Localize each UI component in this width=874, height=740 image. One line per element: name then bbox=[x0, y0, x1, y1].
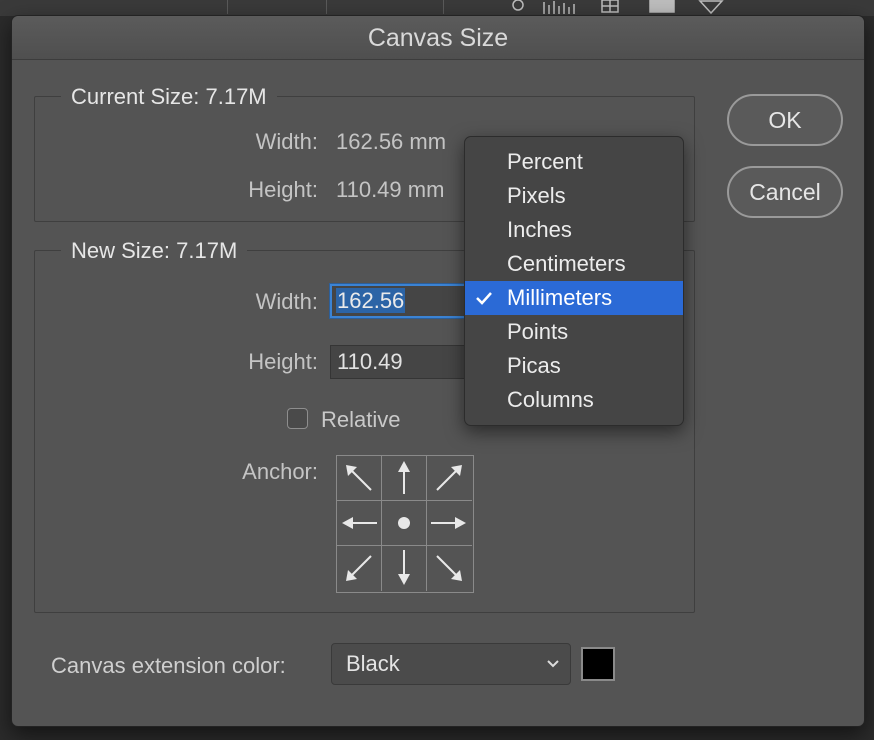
anchor-top-left[interactable] bbox=[337, 456, 382, 501]
width-input[interactable]: 162.56 bbox=[330, 284, 472, 318]
arrow-left-icon bbox=[342, 517, 377, 529]
arrow-down-icon bbox=[398, 550, 410, 585]
anchor-top-right[interactable] bbox=[427, 456, 472, 501]
anchor-bottom-center[interactable] bbox=[382, 546, 427, 591]
unit-dropdown-menu: Percent Pixels Inches Centimeters Millim… bbox=[464, 136, 684, 426]
menu-item-picas[interactable]: Picas bbox=[465, 349, 683, 383]
arrow-up-right-icon bbox=[436, 465, 462, 491]
extension-color-label: Canvas extension color: bbox=[51, 653, 286, 678]
toolbar-divider bbox=[443, 0, 444, 14]
dialog-title: Canvas Size bbox=[12, 16, 864, 60]
new-width-label: Width: bbox=[255, 289, 318, 314]
anchor-top-center[interactable] bbox=[382, 456, 427, 501]
new-size-title: New Size: 7.17M bbox=[61, 238, 248, 264]
cancel-button[interactable]: Cancel bbox=[727, 166, 843, 218]
menu-item-millimeters[interactable]: Millimeters bbox=[465, 281, 683, 315]
arrow-right-icon bbox=[431, 517, 466, 529]
arrow-down-right-icon bbox=[436, 555, 462, 581]
arrow-up-icon bbox=[398, 461, 410, 494]
extension-color-swatch[interactable] bbox=[581, 647, 615, 681]
menu-item-points[interactable]: Points bbox=[465, 315, 683, 349]
toolbar-divider bbox=[227, 0, 228, 14]
anchor-bottom-right[interactable] bbox=[427, 546, 472, 591]
anchor-label: Anchor: bbox=[242, 459, 318, 484]
anchor-grid bbox=[336, 455, 474, 593]
checkmark-icon bbox=[476, 292, 492, 305]
anchor-middle-right[interactable] bbox=[427, 501, 472, 546]
current-width-label: Width: bbox=[255, 129, 318, 154]
menu-item-pixels[interactable]: Pixels bbox=[465, 179, 683, 213]
menu-item-columns[interactable]: Columns bbox=[465, 383, 683, 417]
menu-item-centimeters[interactable]: Centimeters bbox=[465, 247, 683, 281]
new-height-label: Height: bbox=[248, 349, 318, 374]
anchor-dot-icon bbox=[398, 517, 410, 529]
extension-color-value: Black bbox=[346, 651, 400, 676]
anchor-middle-left[interactable] bbox=[337, 501, 382, 546]
current-height-label: Height: bbox=[248, 177, 318, 202]
relative-checkbox[interactable] bbox=[287, 408, 308, 429]
arrow-up-left-icon bbox=[346, 465, 372, 491]
relative-label[interactable]: Relative bbox=[321, 407, 400, 433]
current-size-title: Current Size: 7.17M bbox=[61, 84, 277, 110]
canvas-size-dialog: Canvas Size Current Size: 7.17M Width: 1… bbox=[11, 15, 865, 727]
arrow-down-left-icon bbox=[346, 555, 372, 581]
height-input-value: 110.49 bbox=[337, 349, 403, 374]
background-toolbar-icons bbox=[512, 0, 724, 14]
chevron-down-icon bbox=[547, 660, 559, 668]
menu-item-percent[interactable]: Percent bbox=[465, 145, 683, 179]
background-app-toolbar bbox=[0, 0, 874, 16]
menu-item-inches[interactable]: Inches bbox=[465, 213, 683, 247]
current-width-value: 162.56 mm bbox=[336, 129, 447, 154]
anchor-center[interactable] bbox=[382, 501, 427, 546]
extension-color-select[interactable]: Black bbox=[331, 643, 571, 685]
menu-item-millimeters-label: Millimeters bbox=[507, 285, 613, 310]
width-input-value: 162.56 bbox=[336, 288, 406, 313]
toolbar-divider bbox=[326, 0, 327, 14]
current-height-value: 110.49 mm bbox=[336, 177, 445, 202]
anchor-bottom-left[interactable] bbox=[337, 546, 382, 591]
ok-button[interactable]: OK bbox=[727, 94, 843, 146]
height-input[interactable]: 110.49 bbox=[330, 345, 472, 379]
